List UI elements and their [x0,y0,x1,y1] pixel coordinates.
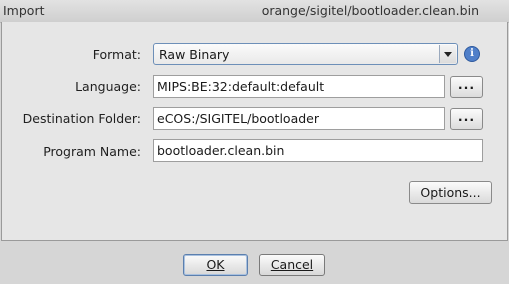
format-label: Format: [92,47,141,62]
destination-browse-button[interactable]: ... [450,108,483,130]
language-field[interactable]: MIPS:BE:32:default:default [153,75,445,98]
program-name-label: Program Name: [43,144,141,159]
options-button[interactable]: Options... [409,181,492,204]
destination-folder-label: Destination Folder: [22,111,141,126]
cancel-label: Cancel [270,257,314,272]
chevron-down-icon[interactable] [439,45,456,63]
language-browse-button[interactable]: ... [450,76,483,98]
window-subtitle: orange/sigitel/bootloader.clean.bin [261,3,479,18]
format-value: Raw Binary [159,47,230,62]
language-label: Language: [75,79,141,94]
ok-label: OK [206,257,225,272]
title-bar: Import orange/sigitel/bootloader.clean.b… [0,0,509,23]
ok-button[interactable]: OK [183,254,248,276]
destination-folder-field[interactable]: eCOS:/SIGITEL/bootloader [153,107,445,130]
window-title: Import [3,3,45,18]
format-select[interactable]: Raw Binary [153,43,458,65]
program-name-field[interactable]: bootloader.clean.bin [153,139,483,162]
info-icon[interactable]: i [464,46,480,62]
cancel-button[interactable]: Cancel [259,254,325,276]
